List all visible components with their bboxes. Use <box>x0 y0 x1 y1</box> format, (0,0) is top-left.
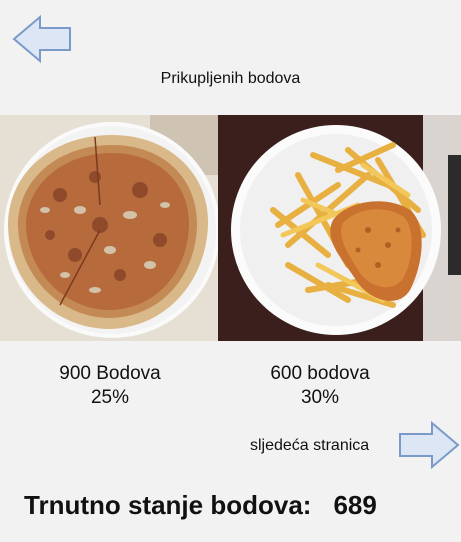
points-label: 600 bodova <box>270 363 370 384</box>
next-arrow-icon[interactable] <box>398 420 460 470</box>
percent-label: 25% <box>90 387 130 408</box>
status-value: 689 <box>333 490 377 520</box>
back-arrow-icon[interactable] <box>12 14 72 64</box>
reward-items <box>0 115 461 341</box>
page-title: Prikupljenih bodova <box>160 70 301 87</box>
next-page-label[interactable]: sljedeća stranica <box>250 437 369 455</box>
rewards-screen: Prikupljenih bodova 900 Bodova 25% 600 b… <box>0 0 461 542</box>
item-info-fries: 600 bodova 30% <box>240 362 400 410</box>
percent-label: 30% <box>300 387 340 408</box>
pizza-photo[interactable] <box>0 115 218 341</box>
points-status: Trnutno stanje bodova: 689 <box>24 490 377 521</box>
points-label: 900 Bodova <box>59 363 161 384</box>
item-info-pizza: 900 Bodova 25% <box>30 362 190 410</box>
status-label: Trnutno stanje bodova: <box>24 490 312 520</box>
fries-schnitzel-photo[interactable] <box>218 115 461 341</box>
